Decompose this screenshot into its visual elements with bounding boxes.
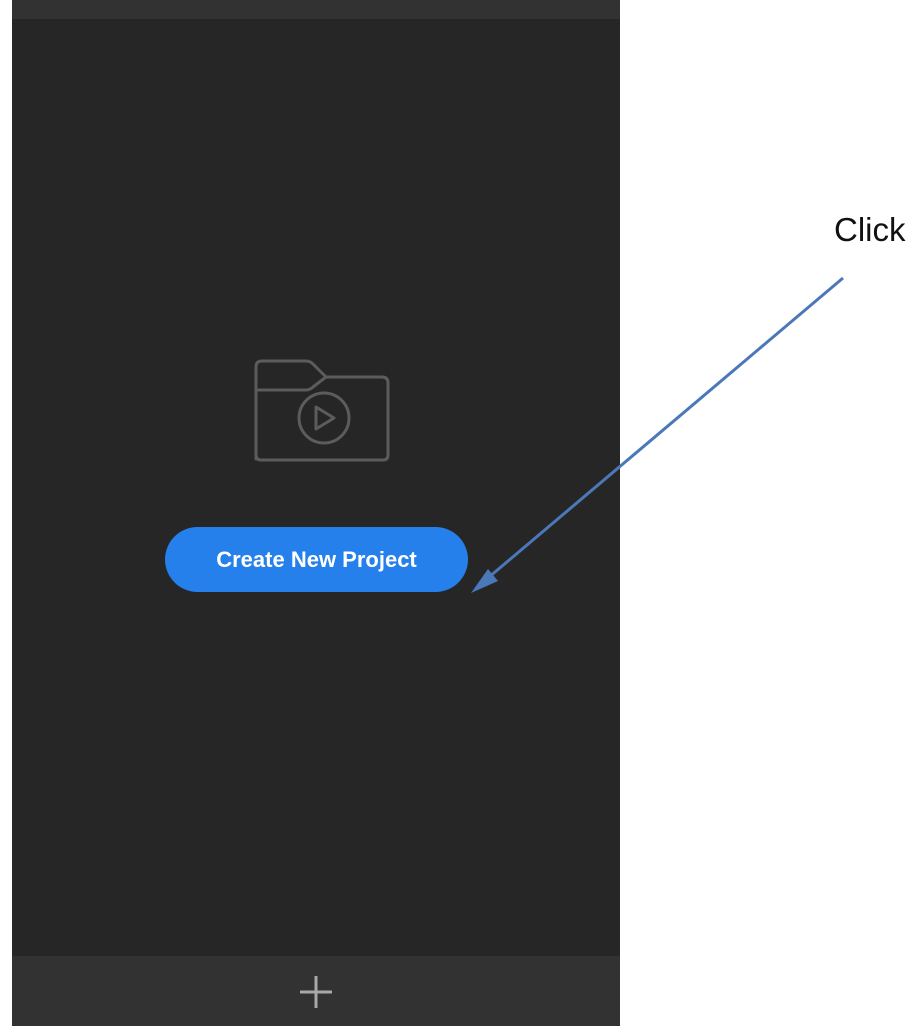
- annotation-label: Click: [834, 211, 906, 248]
- plus-icon: [300, 976, 332, 1008]
- create-new-project-button[interactable]: Create New Project: [165, 527, 468, 592]
- page: Create New Project Click: [0, 0, 919, 1026]
- folder-play-icon: [254, 359, 390, 462]
- app-screen: Create New Project: [12, 0, 620, 1026]
- add-button[interactable]: [292, 970, 340, 1014]
- empty-state: Create New Project: [12, 0, 620, 956]
- bottom-bar: [12, 956, 620, 1026]
